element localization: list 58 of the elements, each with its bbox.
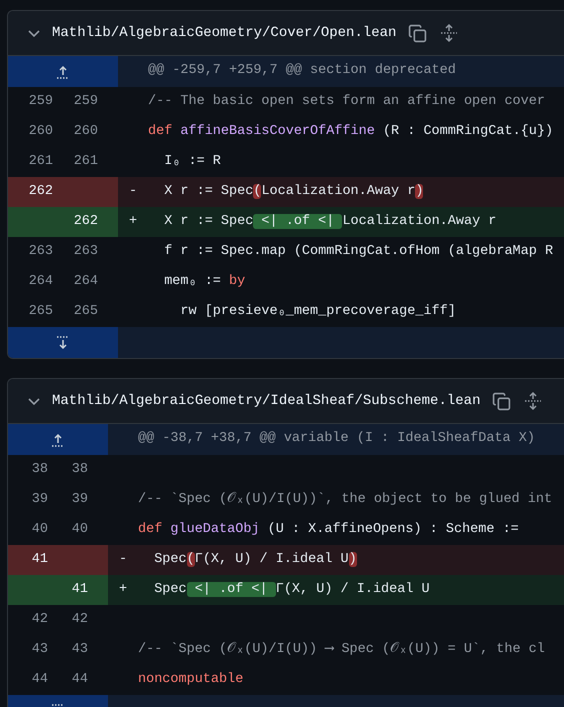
diff-sign: - [118,550,128,569]
copy-icon[interactable] [408,24,428,42]
code-line: Spec <| .of <| Γ(X, U) / I.ideal U [153,580,430,599]
code-line: def affineBasisCoverOfAffine (R : CommRingCat.{u}) [148,122,554,141]
code-line: def glueDataObj (U : X.affineOpens) : Scheme := [138,520,519,539]
code-line: I₀ := R [163,152,221,171]
collapse-toggle[interactable] [28,398,40,404]
new-line-number: 44 [72,670,88,689]
hunk-header: @@ -259,7 +259,7 @@ section deprecated [147,62,456,80]
old-line-number: 41 [32,550,48,569]
old-line-number: 42 [32,610,48,629]
chevron-down-icon [28,398,40,404]
new-line-number: 39 [72,490,88,509]
new-line-number: 42 [72,610,88,629]
old-line-number: 260 [28,122,53,141]
old-line-number: 39 [32,490,48,509]
new-line-number: 40 [72,520,88,539]
diff-sign: + [118,580,128,599]
new-line-number: 43 [72,640,88,659]
new-line-number: 265 [74,302,98,321]
code-line: /-- `Spec (𝒪ₓ(U)/I(U))`, the object to be glued int [138,490,552,509]
new-line-number: 38 [72,460,88,479]
new-line-number: 41 [72,580,88,599]
old-line-number: 261 [28,152,53,171]
code-line: X r := Spec <| .of <| Localization.Away r [163,212,496,231]
code-line: X r := Spec(Localization.Away r) [163,182,424,201]
old-line-number: 259 [28,92,53,111]
collapse-toggle[interactable] [28,30,40,36]
new-line-number: 264 [74,272,98,291]
old-line-number: 40 [32,520,48,539]
diff-sign: - [128,182,138,201]
new-line-number: 262 [74,212,98,231]
code-line: /-- The basic open sets form an affine open cover [148,92,545,111]
hunk-header: @@ -38,7 +38,7 @@ variable (I : IdealSheafData X) [137,430,535,448]
expand-all-icon[interactable] [523,391,544,411]
new-line-number: 263 [74,242,98,261]
diff-sign: + [128,212,138,231]
code-line: noncomputable [138,670,244,689]
old-line-number: 264 [28,272,53,291]
new-line-number: 259 [74,92,98,111]
chevron-down-icon [28,30,40,36]
old-line-number: 262 [28,182,53,201]
expand-all-icon[interactable] [439,23,460,43]
copy-icon[interactable] [492,392,512,410]
old-line-number: 38 [32,460,48,479]
new-line-number: 261 [74,152,98,171]
new-line-number: 260 [74,122,98,141]
old-line-number: 263 [28,242,53,261]
old-line-number: 43 [32,640,48,659]
code-line: rw [presieve₀_mem_precoverage_iff] [179,302,456,321]
old-line-number: 265 [28,302,53,321]
file-path[interactable]: Mathlib/AlgebraicGeometry/Cover/Open.lean [52,22,396,44]
code-line: Spec(Γ(X, U) / I.ideal U) [153,550,357,569]
code-line: /-- `Spec (𝒪ₓ(U)/I(U)) ⟶ Spec (𝒪ₓ(U)) = U`, the cl [138,640,545,659]
code-line: mem₀ := by [163,272,246,291]
file-path[interactable]: Mathlib/AlgebraicGeometry/IdealSheaf/Subscheme.lean [52,390,480,412]
code-line: f r := Spec.map (CommRingCat.ofHom (algebraMap R [163,242,554,261]
old-line-number: 44 [32,670,48,689]
